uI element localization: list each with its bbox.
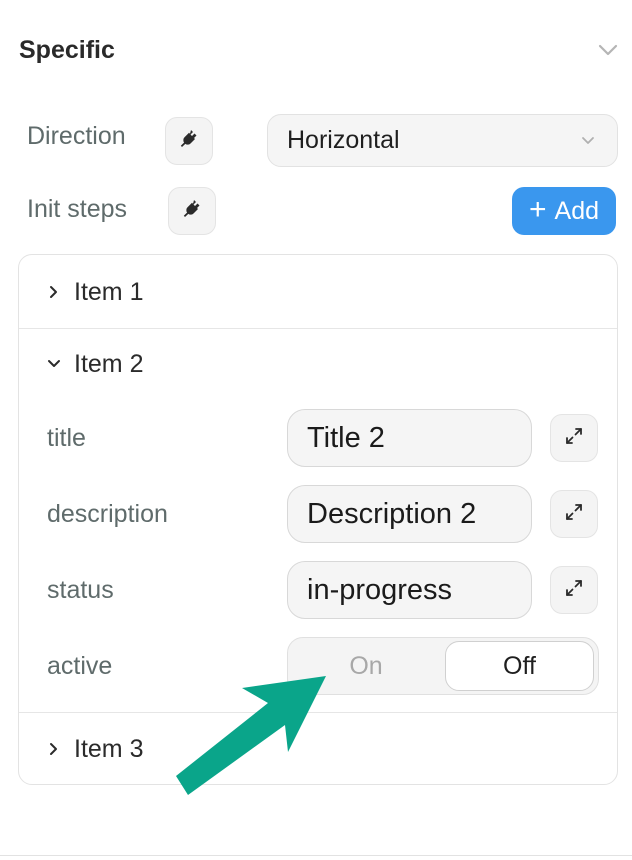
expand-icon bbox=[564, 502, 584, 527]
toggle-on-option[interactable]: On bbox=[288, 638, 444, 694]
expand-icon bbox=[564, 426, 584, 451]
add-step-button[interactable]: + Add bbox=[512, 187, 616, 235]
add-step-label: Add bbox=[554, 196, 599, 225]
direction-row: Direction bbox=[27, 122, 126, 151]
active-field-label: active bbox=[47, 652, 113, 680]
toggle-off-option[interactable]: Off bbox=[445, 641, 594, 691]
chevron-right-icon bbox=[45, 283, 63, 301]
direction-select-value: Horizontal bbox=[287, 126, 400, 154]
section-header[interactable]: Specific bbox=[19, 28, 619, 72]
plus-icon: + bbox=[528, 193, 547, 226]
direction-bind-button[interactable] bbox=[165, 117, 213, 165]
item-2-header[interactable]: Item 2 bbox=[19, 345, 617, 383]
status-field-label: status bbox=[47, 576, 114, 604]
description-field[interactable]: Description 2 bbox=[287, 485, 532, 543]
item-1-label: Item 1 bbox=[74, 277, 144, 306]
item-3-label: Item 3 bbox=[74, 734, 144, 763]
item-2-label: Item 2 bbox=[74, 349, 144, 378]
title-field-label: title bbox=[47, 424, 86, 452]
init-steps-label: Init steps bbox=[27, 195, 128, 223]
active-toggle[interactable]: On Off bbox=[287, 637, 599, 695]
status-field[interactable]: in-progress bbox=[287, 561, 532, 619]
chevron-down-icon bbox=[581, 132, 595, 150]
direction-label: Direction bbox=[27, 122, 126, 150]
steps-list: Item 1 Item 2 title Title 2 description … bbox=[18, 254, 618, 785]
status-expand-button[interactable] bbox=[550, 566, 598, 614]
expand-icon bbox=[564, 578, 584, 603]
panel-bottom-border bbox=[0, 855, 632, 856]
title-expand-button[interactable] bbox=[550, 414, 598, 462]
divider bbox=[19, 328, 617, 329]
item-1-header[interactable]: Item 1 bbox=[19, 273, 617, 311]
chevron-down-icon bbox=[45, 355, 63, 373]
plug-icon bbox=[180, 197, 204, 226]
plug-icon bbox=[177, 127, 201, 156]
direction-select[interactable]: Horizontal bbox=[267, 114, 618, 167]
chevron-right-icon bbox=[45, 740, 63, 758]
title-field[interactable]: Title 2 bbox=[287, 409, 532, 467]
section-title: Specific bbox=[19, 35, 115, 64]
description-expand-button[interactable] bbox=[550, 490, 598, 538]
chevron-down-icon[interactable] bbox=[597, 39, 619, 61]
description-field-label: description bbox=[47, 500, 168, 528]
init-steps-row: Init steps bbox=[27, 195, 127, 224]
divider bbox=[19, 712, 617, 713]
item-3-header[interactable]: Item 3 bbox=[19, 730, 617, 768]
init-steps-bind-button[interactable] bbox=[168, 187, 216, 235]
